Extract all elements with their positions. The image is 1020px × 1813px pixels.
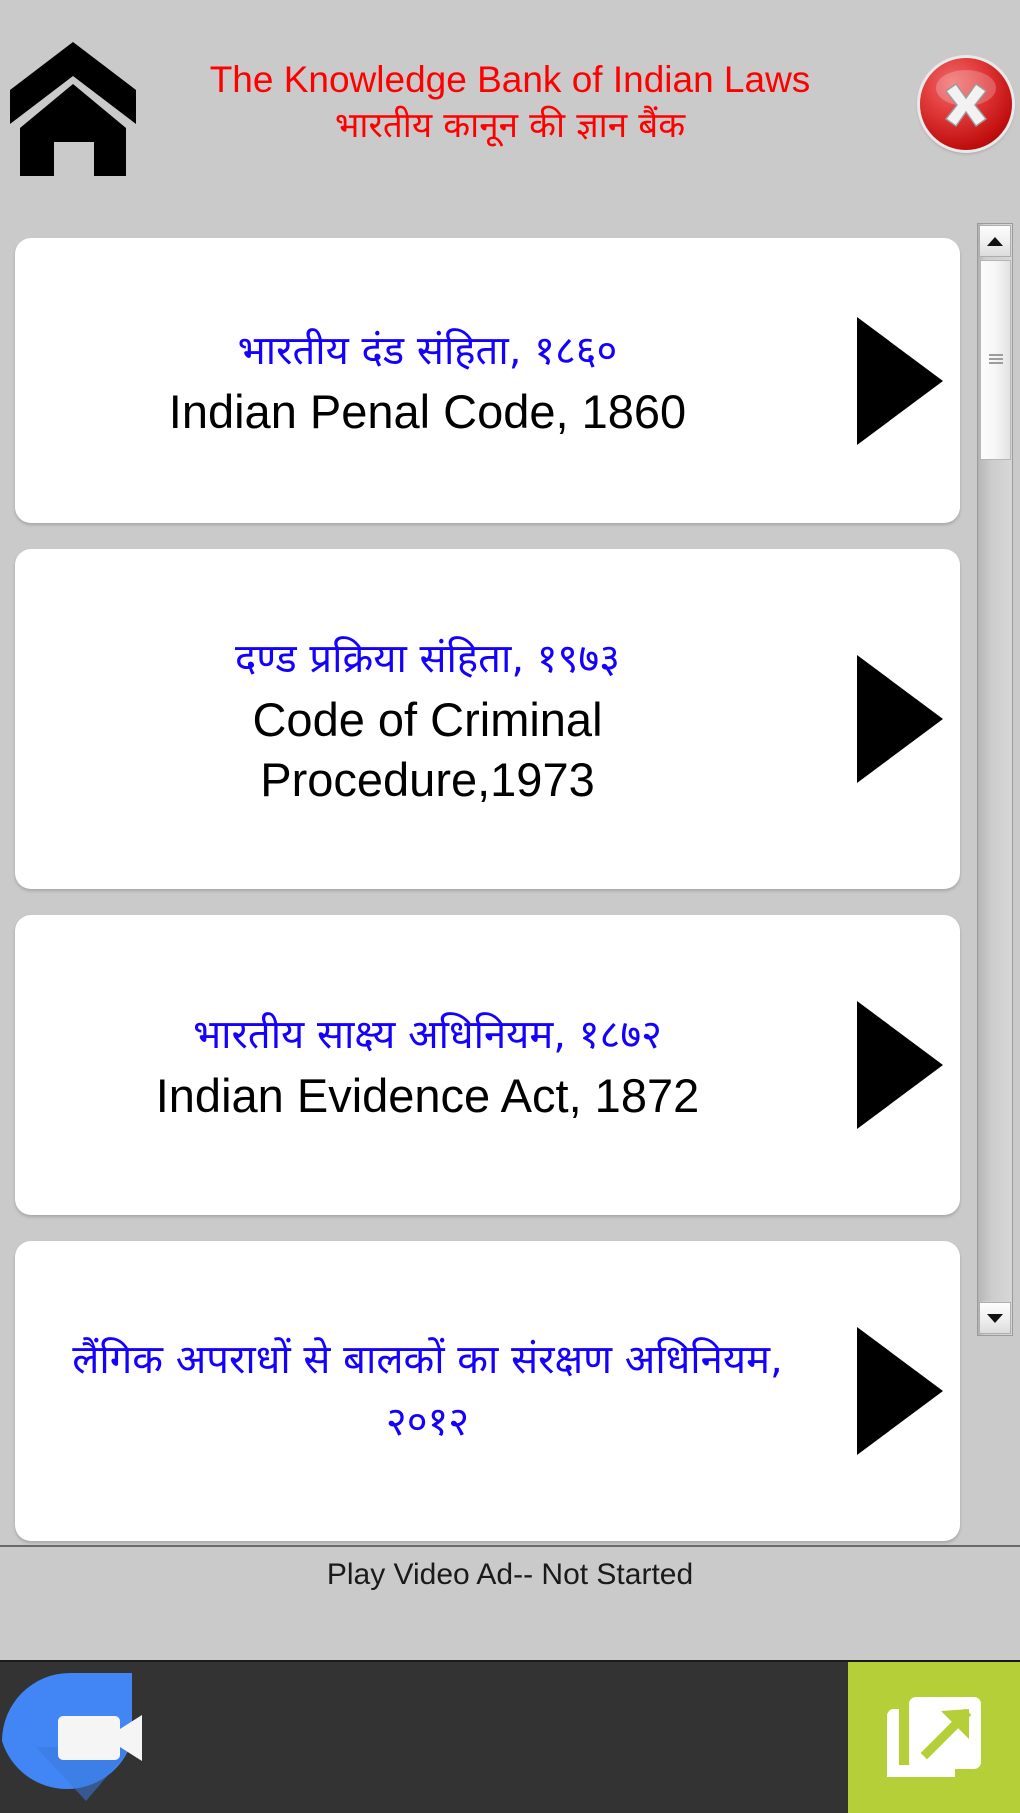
home-icon[interactable] bbox=[8, 38, 138, 178]
law-list: भारतीय दंड संहिता, १८६० Indian Penal Cod… bbox=[0, 200, 975, 1545]
list-item-title-hindi: भारतीय दंड संहिता, १८६० bbox=[237, 327, 618, 374]
play-triangle-icon[interactable] bbox=[840, 1241, 960, 1541]
bottom-bar bbox=[0, 1660, 1020, 1813]
close-x-icon bbox=[936, 70, 996, 127]
play-triangle-icon[interactable] bbox=[840, 549, 960, 889]
open-external-button[interactable] bbox=[848, 1662, 1020, 1813]
scrollbar-thumb[interactable] bbox=[980, 260, 1011, 460]
list-item[interactable]: लैंगिक अपराधों से बालकों का संरक्षण अधिन… bbox=[15, 1241, 960, 1541]
app-header: The Knowledge Bank of Indian Laws भारतीय… bbox=[0, 0, 1020, 200]
list-item-text: लैंगिक अपराधों से बालकों का संरक्षण अधिन… bbox=[15, 1299, 840, 1483]
list-item-text: दण्ड प्रक्रिया संहिता, १९७३ Code of Crim… bbox=[15, 598, 840, 840]
play-triangle-icon[interactable] bbox=[840, 915, 960, 1215]
video-call-button[interactable] bbox=[0, 1662, 150, 1813]
open-external-icon bbox=[887, 1696, 981, 1777]
page-title-hindi: भारतीय कानून की ज्ञान बैंक bbox=[334, 106, 686, 146]
scrollbar-track[interactable] bbox=[980, 460, 1010, 1301]
law-list-scroll-region[interactable]: भारतीय दंड संहिता, १८६० Indian Penal Cod… bbox=[0, 200, 1020, 1545]
spacer-band bbox=[0, 1603, 1020, 1660]
vertical-scrollbar[interactable] bbox=[977, 223, 1013, 1336]
close-button[interactable] bbox=[920, 58, 1012, 150]
list-item[interactable]: भारतीय दंड संहिता, १८६० Indian Penal Cod… bbox=[15, 238, 960, 523]
bottom-bar-gap bbox=[150, 1662, 848, 1813]
list-item-text: भारतीय साक्ष्य अधिनियम, १८७२ Indian Evid… bbox=[15, 974, 840, 1156]
play-triangle-icon[interactable] bbox=[840, 238, 960, 523]
list-item[interactable]: भारतीय साक्ष्य अधिनियम, १८७२ Indian Evid… bbox=[15, 915, 960, 1215]
ad-status-text: Play Video Ad-- Not Started bbox=[326, 1558, 694, 1591]
list-item-title-hindi: लैंगिक अपराधों से बालकों का संरक्षण अधिन… bbox=[72, 1337, 783, 1445]
scroll-down-arrow-icon[interactable] bbox=[979, 1302, 1011, 1334]
ad-status-bar: Play Video Ad-- Not Started bbox=[0, 1545, 1020, 1603]
page-title-english: The Knowledge Bank of Indian Laws bbox=[209, 59, 811, 100]
scroll-up-arrow-icon[interactable] bbox=[979, 225, 1011, 257]
list-item-title-english: Indian Evidence Act, 1872 bbox=[155, 1069, 700, 1122]
video-call-icon bbox=[2, 1673, 142, 1801]
app-root: The Knowledge Bank of Indian Laws भारतीय… bbox=[0, 0, 1020, 1813]
list-item-title-hindi: भारतीय साक्ष्य अधिनियम, १८७२ bbox=[193, 1012, 662, 1058]
list-item-title-hindi: दण्ड प्रक्रिया संहिता, १९७३ bbox=[235, 636, 620, 682]
list-item-title-english: Indian Penal Code, 1860 bbox=[168, 384, 687, 438]
header-title-block: The Knowledge Bank of Indian Laws भारतीय… bbox=[140, 58, 880, 150]
scroll-thumb-grip bbox=[988, 354, 1003, 366]
list-item-text: भारतीय दंड संहिता, १८६० Indian Penal Cod… bbox=[15, 290, 840, 472]
list-item-title-english: Code of Criminal Procedure,1973 bbox=[252, 693, 603, 806]
list-item[interactable]: दण्ड प्रक्रिया संहिता, १९७३ Code of Crim… bbox=[15, 549, 960, 889]
